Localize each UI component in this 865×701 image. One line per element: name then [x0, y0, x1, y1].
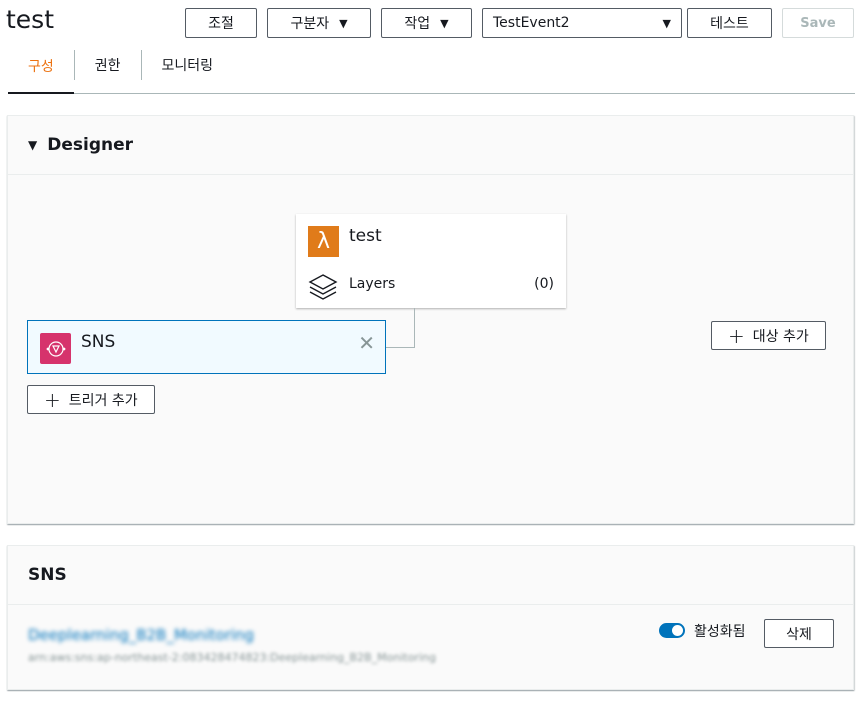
sns-icon: [40, 333, 71, 364]
delete-button[interactable]: 삭제: [764, 619, 834, 648]
caret-down-icon: ▼: [662, 16, 671, 30]
tab-monitoring[interactable]: 모니터링: [140, 50, 234, 80]
test-button-label: 테스트: [710, 16, 749, 32]
layers-count: (0): [534, 276, 554, 292]
tab-label: 권한: [94, 58, 121, 74]
sns-topic-link[interactable]: Deeplearning_B2B_Monitoring: [28, 626, 254, 644]
save-button[interactable]: Save: [782, 8, 854, 38]
plus-icon: +: [44, 387, 61, 412]
function-title: test: [6, 5, 55, 34]
add-destination-label: 대상 추가: [752, 328, 809, 345]
actions-label: 작업: [404, 16, 431, 32]
delete-button-label: 삭제: [786, 626, 812, 643]
function-node-name: test: [349, 226, 382, 246]
collapse-triangle-icon[interactable]: ▼: [28, 138, 37, 152]
designer-title: Designer: [47, 135, 134, 155]
designer-panel: ▼ Designer λ test Layers (0) SNS ✕ + 트리거…: [7, 115, 854, 524]
throttle-button[interactable]: 조절: [185, 8, 257, 38]
sns-config-panel: SNS Deeplearning_B2B_Monitoring arn:aws:…: [7, 545, 854, 690]
tab-bar: 구성 권한 모니터링: [8, 48, 855, 94]
sns-panel-header: SNS: [8, 546, 853, 605]
lambda-icon: λ: [308, 226, 339, 257]
enabled-toggle[interactable]: [659, 623, 685, 638]
sns-panel-title: SNS: [28, 565, 67, 585]
layers-label[interactable]: Layers: [349, 276, 395, 292]
close-icon[interactable]: ✕: [358, 331, 375, 355]
actions-dropdown[interactable]: 작업 ▼: [381, 8, 472, 38]
caret-down-icon: ▼: [339, 16, 348, 30]
test-button[interactable]: 테스트: [687, 8, 772, 38]
test-event-select[interactable]: TestEvent2 ▼: [482, 8, 682, 38]
sns-trigger-label: SNS: [81, 332, 116, 352]
caret-down-icon: ▼: [440, 16, 449, 30]
connector-line: [414, 308, 415, 347]
tab-label: 구성: [28, 59, 54, 75]
plus-icon: +: [728, 323, 745, 348]
connector-line: [386, 347, 415, 348]
sns-topic-arn: arn:aws:sns:ap-northeast-2:083428474823:…: [28, 651, 436, 664]
function-node[interactable]: λ test Layers (0): [296, 214, 566, 308]
qualifier-dropdown[interactable]: 구분자 ▼: [267, 8, 371, 38]
tab-configuration[interactable]: 구성: [8, 50, 74, 94]
test-event-value: TestEvent2: [493, 15, 570, 31]
throttle-label: 조절: [208, 16, 234, 32]
add-trigger-label: 트리거 추가: [68, 392, 138, 409]
save-button-label: Save: [800, 15, 836, 31]
designer-header: ▼ Designer: [8, 116, 853, 175]
qualifier-label: 구분자: [290, 16, 330, 32]
add-destination-button[interactable]: + 대상 추가: [711, 321, 826, 350]
layers-icon: [308, 274, 338, 300]
tab-permissions[interactable]: 권한: [73, 50, 141, 80]
add-trigger-button[interactable]: + 트리거 추가: [27, 385, 155, 414]
enabled-label: 활성화됨: [694, 624, 746, 640]
sns-trigger-node[interactable]: SNS ✕: [27, 320, 386, 374]
toggle-knob: [672, 625, 683, 636]
tab-label: 모니터링: [161, 58, 214, 74]
